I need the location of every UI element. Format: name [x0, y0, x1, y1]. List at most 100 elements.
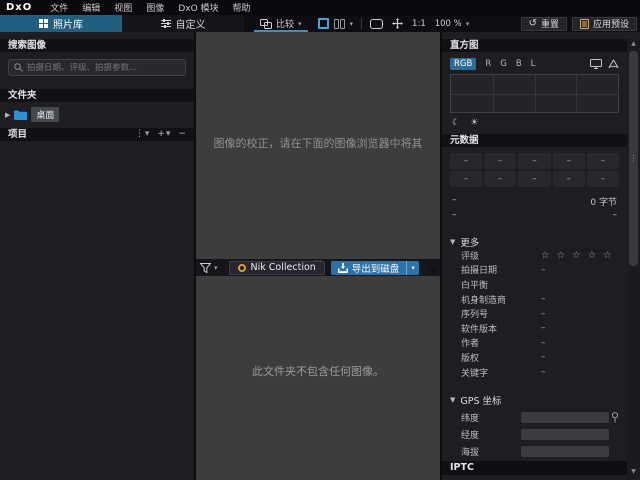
metadata-cell: – [450, 171, 482, 187]
metadata-cell: – [484, 153, 516, 169]
more-section-header[interactable]: ▼ 更多 [450, 235, 627, 248]
rating-label: 评级 [461, 249, 479, 262]
compare-label: 比较 [276, 17, 294, 30]
search-box[interactable] [8, 59, 186, 76]
expand-triangle-icon[interactable]: ▶ [5, 111, 10, 119]
browser-toolbar: ⋯ ▾ Nik Collection 导出到磁盘 [196, 259, 440, 276]
rating-stars[interactable]: ☆ ☆ ☆ ☆ ☆ [541, 250, 614, 261]
file-size-value: 0 字节 [590, 195, 617, 206]
chevron-down-icon[interactable]: ▾ [350, 20, 354, 28]
tab-customize-label: 自定义 [176, 16, 206, 31]
reset-button[interactable]: ↺ 重置 [521, 17, 567, 31]
menu-image[interactable]: 图像 [146, 1, 164, 14]
menu-dxo-modules[interactable]: DxO 模块 [178, 1, 218, 14]
menu-view[interactable]: 视图 [114, 1, 132, 14]
tab-photo-library[interactable]: 照片库 [0, 15, 122, 32]
toolbar-divider [361, 18, 362, 29]
tab-customize[interactable]: 自定义 [122, 15, 244, 32]
metadata-cell: – [587, 171, 619, 187]
export-to-disk-button[interactable]: 导出到磁盘 ▾ [331, 261, 419, 275]
zoom-tools: 1:1 100 % ▾ [370, 15, 469, 32]
nik-collection-label: Nik Collection [251, 262, 316, 273]
zoom-level-select[interactable]: 100 % ▾ [435, 19, 470, 29]
projects-header-label: 项目 [8, 128, 27, 141]
chevron-down-icon: ▾ [411, 264, 415, 272]
channel-r-button[interactable]: R [485, 59, 491, 69]
altitude-input[interactable] [521, 446, 609, 457]
menu-bar: DxO 文件 编辑 视图 图像 DxO 模块 帮助 [0, 0, 640, 15]
channel-g-button[interactable]: G [500, 59, 507, 69]
compare-button[interactable]: 比较 ▾ [254, 15, 308, 32]
latitude-label: 纬度 [461, 411, 479, 424]
altitude-label: 海拔 [461, 445, 479, 458]
metadata-cell: – [484, 171, 516, 187]
menu-edit[interactable]: 编辑 [82, 1, 100, 14]
search-input[interactable] [27, 63, 180, 73]
monitor-icon[interactable] [590, 59, 602, 69]
rating-row: 评级 ☆ ☆ ☆ ☆ ☆ [461, 248, 617, 263]
projects-actions: ⋮▾ +▾ − [135, 128, 194, 141]
single-view-icon[interactable] [318, 18, 329, 29]
metadata-cell: – [518, 171, 550, 187]
viewer-hint-message: 图像的校正，请在下面的图像浏览器中将其 [196, 135, 440, 151]
filmstrip-collapse-icon[interactable]: ▼ [430, 267, 436, 276]
right-panel-scrollbar[interactable]: ▲ ⋮ ▼ [627, 39, 640, 480]
more-section-label: 更多 [460, 235, 479, 249]
zoom-level-value: 100 % [435, 19, 462, 29]
add-project-button[interactable]: +▾ [157, 128, 170, 141]
software-version-label: 软件版本 [461, 322, 497, 335]
chevron-down-icon: ▾ [466, 20, 470, 28]
software-version-value: – [541, 323, 546, 333]
folder-tree-item-desktop[interactable]: ▶ 桌面 [0, 107, 194, 122]
channel-rgb-button[interactable]: RGB [450, 58, 476, 70]
fit-screen-icon[interactable] [370, 19, 383, 29]
shadow-clipping-moon-icon[interactable]: ☾ [452, 118, 460, 128]
filter-button[interactable]: ▾ [200, 263, 218, 273]
menu-help[interactable]: 帮助 [233, 1, 251, 14]
image-viewer-area: 图像的校正，请在下面的图像浏览器中将其 ⋯ ▾ Nik Collection [196, 32, 440, 480]
collapse-triangle-icon: ▼ [450, 396, 455, 404]
view-mode-group: ▾ [318, 15, 354, 32]
scroll-down-icon[interactable]: ▼ [627, 467, 640, 477]
scrollbar-thumb[interactable]: ⋮ [629, 51, 638, 266]
multi-view-icon[interactable] [334, 19, 345, 29]
search-images-header: 搜索图像 [0, 39, 194, 52]
pan-move-icon[interactable] [392, 18, 403, 29]
iptc-header[interactable]: IPTC [442, 461, 627, 475]
nik-collection-button[interactable]: Nik Collection [229, 261, 325, 275]
menu-file[interactable]: 文件 [50, 1, 68, 14]
capture-date-label: 拍摄日期 [461, 263, 497, 276]
remove-project-button[interactable]: − [178, 128, 186, 141]
compare-icon [260, 19, 272, 29]
chevron-down-icon[interactable]: ▾ [298, 20, 302, 28]
channel-b-button[interactable]: B [516, 59, 522, 69]
metadata-cell: – [587, 153, 619, 169]
apply-preset-button[interactable]: 应用预设 [572, 17, 637, 31]
camera-maker-label: 机身制造商 [461, 293, 506, 306]
gps-pin-icon[interactable] [611, 412, 619, 423]
highlight-clipping-sun-icon[interactable]: ☀ [470, 118, 478, 128]
sort-projects-button[interactable]: ⋮▾ [135, 128, 150, 141]
copyright-value: – [541, 352, 546, 362]
histogram-header: 直方图 [442, 39, 627, 52]
white-balance-row: 白平衡 [461, 277, 617, 292]
scroll-up-icon[interactable]: ▲ [627, 39, 640, 49]
reset-label: 重置 [541, 17, 559, 30]
left-browser-panel: 搜索图像 文件夹 ▶ 桌面 项目 ⋮▾ +▾ − [0, 32, 196, 480]
gps-section-label: GPS 坐标 [460, 393, 501, 407]
latitude-input[interactable] [521, 412, 609, 423]
collapse-triangle-icon: ▼ [450, 238, 455, 246]
author-row: 作者 – [461, 336, 617, 351]
zoom-1to1-button[interactable]: 1:1 [412, 19, 426, 29]
dxo-photolab-window: DxO 文件 编辑 视图 图像 DxO 模块 帮助 照片库 自定义 比较 ▾ [0, 0, 640, 480]
channel-l-button[interactable]: L [531, 59, 536, 69]
toolbar-right-buttons: ↺ 重置 应用预设 [521, 15, 640, 32]
projects-header: 项目 ⋮▾ +▾ − [0, 128, 194, 141]
histogram-chart [450, 74, 619, 113]
main-area: 搜索图像 文件夹 ▶ 桌面 项目 ⋮▾ +▾ − [0, 32, 640, 480]
soft-proofing-icon[interactable] [608, 59, 619, 69]
export-options-dropdown[interactable]: ▾ [406, 261, 419, 275]
longitude-input[interactable] [521, 429, 609, 440]
gps-section-header[interactable]: ▼ GPS 坐标 [450, 393, 627, 406]
drag-handle-icon[interactable]: ⋯ [314, 256, 323, 265]
